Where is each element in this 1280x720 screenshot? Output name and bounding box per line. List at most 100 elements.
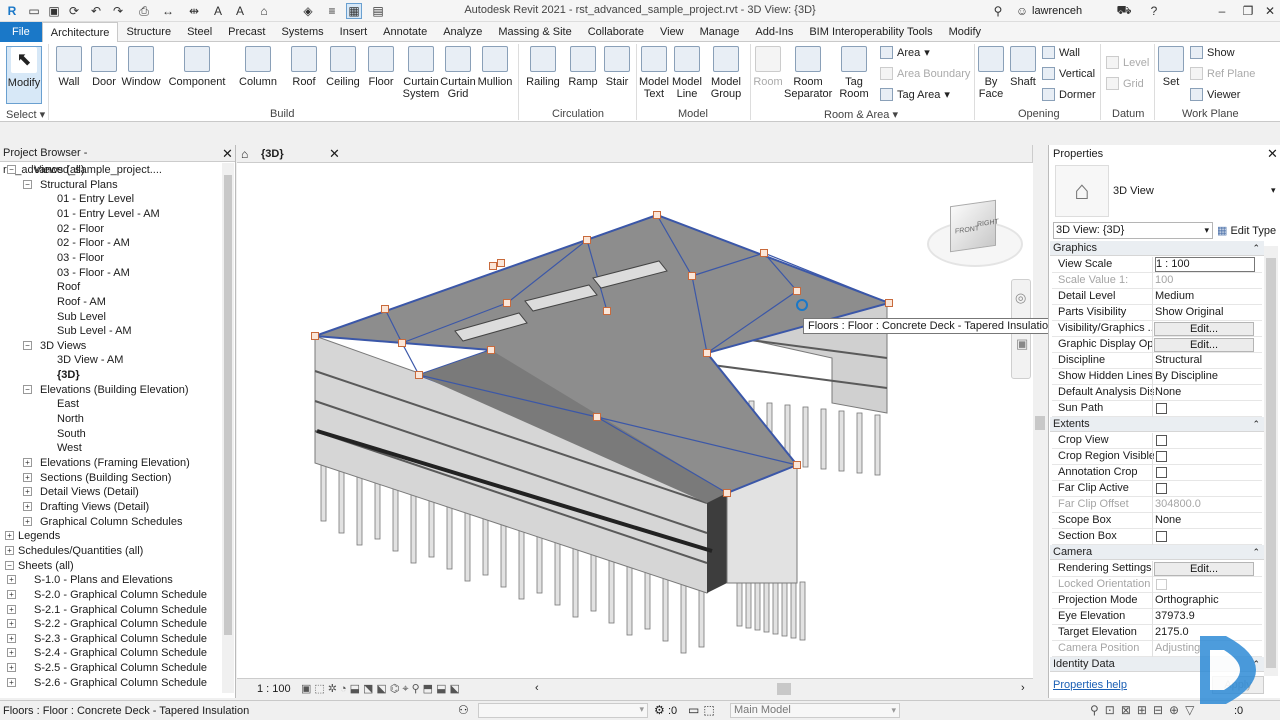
property-value[interactable]: 100 xyxy=(1155,274,1255,286)
tab-steel[interactable]: Steel xyxy=(179,22,220,42)
tree-plan-item[interactable]: 02 - Floor - AM xyxy=(57,236,130,250)
grip-handle[interactable] xyxy=(603,307,611,315)
collapse-section-icon[interactable]: ⌃ xyxy=(1252,241,1260,256)
roof-button[interactable]: Roof xyxy=(288,46,320,88)
collapse-section-icon[interactable]: ⌃ xyxy=(1252,417,1260,432)
workset-dropdown[interactable]: ▾ xyxy=(478,703,648,718)
expand-icon[interactable]: + xyxy=(23,458,32,467)
close-properties-icon[interactable]: ✕ xyxy=(1267,146,1278,162)
close-view-tab-icon[interactable]: ✕ xyxy=(329,146,340,162)
tab-3d-view[interactable]: {3D} xyxy=(261,148,284,160)
minimize-icon[interactable]: – xyxy=(1214,3,1230,19)
curtain-system-button[interactable]: Curtain System xyxy=(402,46,440,100)
collapse-icon[interactable]: − xyxy=(7,165,16,174)
property-value[interactable]: By Discipline xyxy=(1155,370,1255,382)
worksets-icon[interactable]: ⚇ xyxy=(458,703,469,717)
property-checkbox[interactable] xyxy=(1156,435,1167,446)
window-button[interactable]: Window xyxy=(120,46,162,88)
expand-icon[interactable]: + xyxy=(7,575,16,585)
design-option-icons[interactable]: ▭⬚ xyxy=(688,703,719,717)
tree-plan-item[interactable]: 01 - Entry Level xyxy=(57,192,134,206)
grip-handle[interactable] xyxy=(381,305,389,313)
column-button[interactable]: Column xyxy=(238,46,278,88)
properties-scroll-thumb[interactable] xyxy=(1266,258,1276,668)
property-value[interactable]: Orthographic xyxy=(1155,594,1255,606)
expand-icon[interactable]: + xyxy=(7,604,16,614)
dormer-button[interactable]: Dormer xyxy=(1042,88,1096,101)
property-checkbox[interactable] xyxy=(1156,483,1167,494)
tab-file[interactable]: File xyxy=(0,22,42,42)
component-button[interactable]: Component xyxy=(168,46,226,88)
model-text-button[interactable]: Model Text xyxy=(638,46,670,100)
tree-3d-view-item[interactable]: {3D} xyxy=(57,368,80,382)
tag-room-button[interactable]: Tag Room xyxy=(838,46,870,100)
grip-handle[interactable] xyxy=(583,236,591,244)
grip-handle[interactable] xyxy=(593,413,601,421)
horizontal-scroll-thumb[interactable] xyxy=(777,683,791,695)
grip-handle[interactable] xyxy=(311,332,319,340)
property-value[interactable]: None xyxy=(1155,514,1255,526)
tree-structural-plans[interactable]: Structural Plans xyxy=(40,178,118,192)
collapse-icon[interactable]: − xyxy=(5,560,14,570)
property-checkbox[interactable] xyxy=(1156,579,1167,590)
grid-button[interactable]: Grid xyxy=(1106,77,1144,90)
edit-button[interactable]: Edit... xyxy=(1154,338,1254,352)
property-value[interactable]: Medium xyxy=(1155,290,1255,302)
shaft-button[interactable]: Shaft xyxy=(1008,46,1038,88)
property-value[interactable]: None xyxy=(1155,386,1255,398)
properties-help-link[interactable]: Properties help xyxy=(1053,679,1127,691)
grip-handle[interactable] xyxy=(503,299,511,307)
tree-sheet-item[interactable]: S-2.6 - Graphical Column Schedule xyxy=(34,676,207,690)
view-cube[interactable]: FRONT RIGHT xyxy=(950,199,999,253)
property-checkbox[interactable] xyxy=(1156,403,1167,414)
property-checkbox[interactable] xyxy=(1156,451,1167,462)
canvas-scroll-thumb[interactable] xyxy=(1035,416,1045,430)
instance-selector[interactable]: 3D View: {3D} ▾ xyxy=(1053,222,1213,239)
expand-icon[interactable]: + xyxy=(7,589,16,599)
tree-elevation-item[interactable]: South xyxy=(57,427,86,441)
tree-3d-views[interactable]: 3D Views xyxy=(40,339,86,353)
grip-handle[interactable] xyxy=(793,461,801,469)
tree-plan-item[interactable]: 02 - Floor xyxy=(57,222,104,236)
tree-sheet-item[interactable]: S-2.4 - Graphical Column Schedule xyxy=(34,646,207,660)
scroll-right-icon[interactable]: › xyxy=(1021,682,1025,694)
show-work-plane-button[interactable]: Show xyxy=(1190,46,1235,59)
stair-button[interactable]: Stair xyxy=(600,46,634,88)
property-checkbox[interactable] xyxy=(1156,467,1167,478)
grip-handle[interactable] xyxy=(487,346,495,354)
tree-elevation-item[interactable]: West xyxy=(57,441,82,455)
expand-icon[interactable]: + xyxy=(5,545,14,555)
expand-icon[interactable]: + xyxy=(23,487,32,497)
type-dropdown-icon[interactable]: ▾ xyxy=(1271,185,1276,196)
expand-icon[interactable]: + xyxy=(23,516,32,526)
tab-annotate[interactable]: Annotate xyxy=(375,22,435,42)
area-button[interactable]: Area ▾ xyxy=(880,46,930,59)
property-value[interactable]: Show Original xyxy=(1155,306,1255,318)
tree-plan-item[interactable]: Roof - AM xyxy=(57,295,106,309)
section-graphics[interactable]: Graphics ⌃ xyxy=(1050,241,1264,256)
grip-handle[interactable] xyxy=(703,349,711,357)
tree-view-group[interactable]: Elevations (Framing Elevation) xyxy=(40,456,190,470)
grip-handle[interactable] xyxy=(760,249,768,257)
tab-architecture[interactable]: Architecture xyxy=(41,22,119,43)
wall-opening-button[interactable]: Wall xyxy=(1042,46,1080,59)
building-3d-model[interactable] xyxy=(237,163,1033,678)
tree-elevations[interactable]: Elevations (Building Elevation) xyxy=(40,383,189,397)
editable-only-icon[interactable]: ⚙ xyxy=(654,703,665,717)
tree-sheets[interactable]: Sheets (all) xyxy=(18,559,74,573)
tree-schedules[interactable]: Schedules/Quantities (all) xyxy=(18,544,143,558)
tree-3d-view-item[interactable]: 3D View - AM xyxy=(57,353,123,367)
drawing-canvas[interactable]: FRONT RIGHT ◎ ▣ Floors : Floor : Concret… xyxy=(237,163,1060,678)
grip-handle[interactable] xyxy=(415,371,423,379)
user-name[interactable]: lawrenceh xyxy=(1032,5,1082,17)
design-options-dropdown[interactable]: Main Model ▾ xyxy=(730,703,900,718)
tab-insert[interactable]: Insert xyxy=(332,22,376,42)
tree-sheet-item[interactable]: S-1.0 - Plans and Elevations xyxy=(34,573,173,587)
level-button[interactable]: Level xyxy=(1106,56,1149,69)
tree-plan-item[interactable]: Sub Level xyxy=(57,310,106,324)
property-value[interactable]: Structural xyxy=(1155,354,1255,366)
tree-sheet-item[interactable]: S-2.5 - Graphical Column Schedule xyxy=(34,661,207,675)
tab-view[interactable]: View xyxy=(652,22,692,42)
steering-wheel-icon[interactable]: ◎ xyxy=(1015,290,1026,306)
grip-handle[interactable] xyxy=(688,272,696,280)
